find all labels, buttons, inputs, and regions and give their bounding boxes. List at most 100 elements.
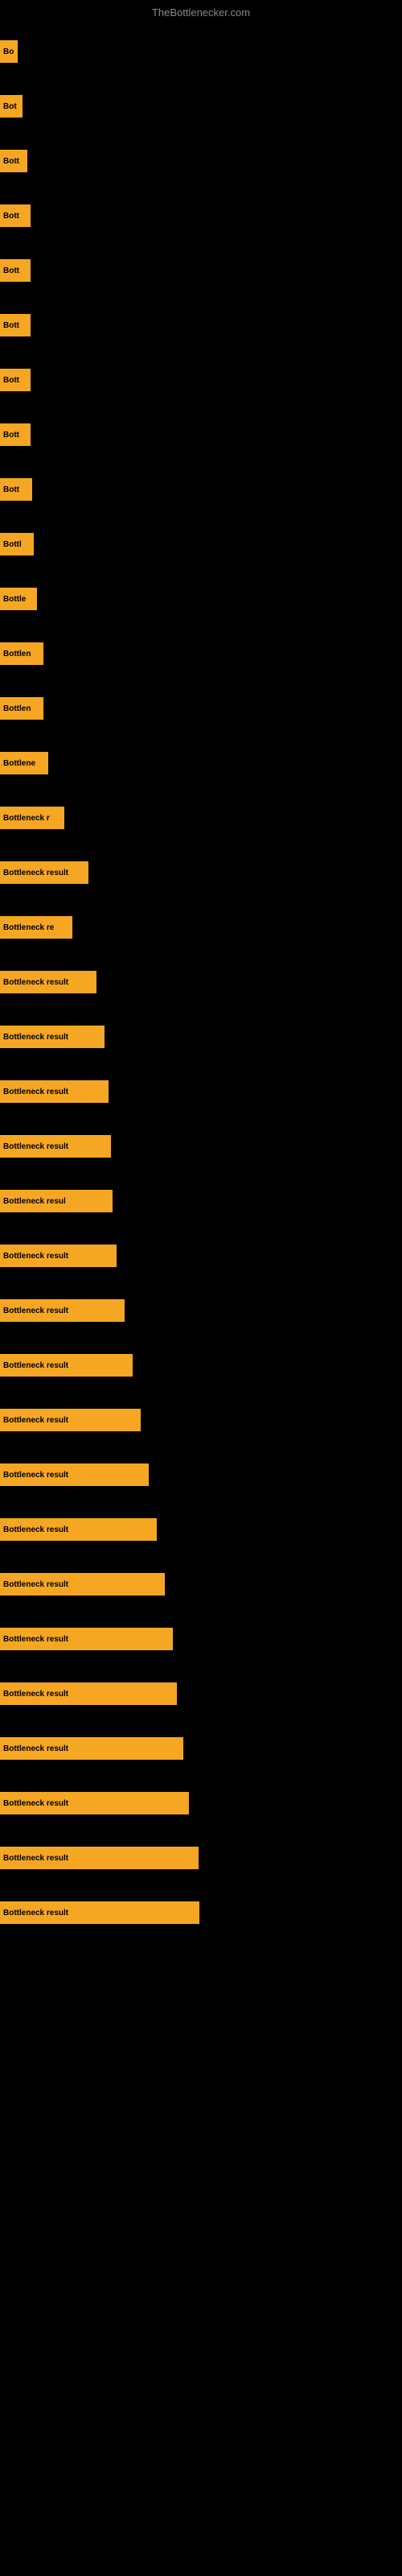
bar-row: Bott xyxy=(0,243,402,298)
list-item: Bottleneck result xyxy=(0,1573,165,1596)
bar-label: Bo xyxy=(0,40,18,63)
bar-label: Bottleneck result xyxy=(0,1080,109,1103)
bar-label: Bottlen xyxy=(0,697,43,720)
bar-row: Bottleneck r xyxy=(0,791,402,845)
bar-label: Bottleneck result xyxy=(0,1299,125,1322)
bar-row: Bottleneck resul xyxy=(0,1174,402,1228)
bar-label: Bottleneck result xyxy=(0,1518,157,1541)
list-item: Bottleneck result xyxy=(0,1409,141,1431)
list-item: Bottlene xyxy=(0,752,48,774)
bar-label: Bottleneck re xyxy=(0,916,72,939)
bar-row: Bottleneck result xyxy=(0,1447,402,1502)
list-item: Bottle xyxy=(0,588,37,610)
bar-row: Bottle xyxy=(0,572,402,626)
bar-row: Bottleneck result xyxy=(0,1666,402,1721)
bar-label: Bott xyxy=(0,478,32,501)
list-item: Bottleneck result xyxy=(0,861,88,884)
bar-row: Bo xyxy=(0,24,402,79)
bar-row: Bottleneck result xyxy=(0,1064,402,1119)
bar-label: Bottleneck result xyxy=(0,1463,149,1486)
bar-label: Bottleneck result xyxy=(0,1792,189,1814)
list-item: Bottleneck result xyxy=(0,1518,157,1541)
bar-label: Bottle xyxy=(0,588,37,610)
bar-label: Bottleneck result xyxy=(0,1354,133,1377)
list-item: Bottleneck result xyxy=(0,1628,173,1650)
list-item: Bottleneck result xyxy=(0,1792,189,1814)
list-item: Bottleneck result xyxy=(0,1080,109,1103)
bar-row: Bottleneck result xyxy=(0,1393,402,1447)
bar-label: Bott xyxy=(0,150,27,172)
bar-row: Bott xyxy=(0,407,402,462)
bar-label: Bottleneck resul xyxy=(0,1190,113,1212)
bar-row: Bottleneck result xyxy=(0,1721,402,1776)
bar-row: Bott xyxy=(0,353,402,407)
list-item: Bottlen xyxy=(0,697,43,720)
bar-row: Bottleneck result xyxy=(0,955,402,1009)
bar-label: Bottleneck result xyxy=(0,1573,165,1596)
bar-label: Bottleneck result xyxy=(0,1409,141,1431)
bar-label: Bottleneck result xyxy=(0,1901,199,1924)
list-item: Bott xyxy=(0,369,31,391)
bar-row: Bottleneck result xyxy=(0,1228,402,1283)
bar-label: Bottleneck result xyxy=(0,1737,183,1760)
bar-label: Bottleneck result xyxy=(0,971,96,993)
list-item: Bott xyxy=(0,423,31,446)
bar-row: Bottleneck result xyxy=(0,1612,402,1666)
bar-label: Bott xyxy=(0,369,31,391)
bar-label: Bottleneck result xyxy=(0,861,88,884)
list-item: Bottleneck r xyxy=(0,807,64,829)
list-item: Bottleneck result xyxy=(0,1026,105,1048)
bar-row: Bottleneck result xyxy=(0,1776,402,1831)
bar-label: Bot xyxy=(0,95,23,118)
bar-row: Bottleneck result xyxy=(0,1119,402,1174)
bar-label: Bottleneck result xyxy=(0,1026,105,1048)
list-item: Bottleneck result xyxy=(0,971,96,993)
bar-row: Bottleneck result xyxy=(0,1831,402,1885)
list-item: Bottleneck result xyxy=(0,1463,149,1486)
list-item: Bottleneck result xyxy=(0,1737,183,1760)
list-item: Bottleneck result xyxy=(0,1847,199,1869)
list-item: Bott xyxy=(0,259,31,282)
bar-label: Bottleneck result xyxy=(0,1847,195,1869)
bar-row: Bott xyxy=(0,298,402,353)
bar-row: Bott xyxy=(0,462,402,517)
bar-label: Bottleneck result xyxy=(0,1245,117,1267)
bar-label: Bottleneck result xyxy=(0,1628,173,1650)
bar-row: Bottl xyxy=(0,517,402,572)
list-item: Bottleneck result xyxy=(0,1299,125,1322)
bar-label: Bottl xyxy=(0,533,34,555)
bar-row: Bottleneck result xyxy=(0,1338,402,1393)
bar-row: Bottleneck result xyxy=(0,1502,402,1557)
bar-row: Bottlen xyxy=(0,626,402,681)
bar-row: Bottleneck re xyxy=(0,900,402,955)
list-item: Bottleneck resul xyxy=(0,1190,113,1212)
list-item: Bott xyxy=(0,204,31,227)
bar-label: Bottleneck result xyxy=(0,1682,177,1705)
bar-row: Bottleneck result xyxy=(0,1885,402,1940)
list-item: Bottleneck result xyxy=(0,1135,111,1158)
bars-container: Bo Bot Bott Bott Bott Bott Bott Bott Bott Bottl Bo… xyxy=(0,24,402,1940)
list-item: Bott xyxy=(0,478,32,501)
bar-row: Bott xyxy=(0,134,402,188)
bar-row: Bottleneck result xyxy=(0,1557,402,1612)
bar-label: Bott xyxy=(0,259,31,282)
list-item: Bottlen xyxy=(0,642,43,665)
list-item: Bottleneck result xyxy=(0,1682,177,1705)
bar-row: Bottleneck result xyxy=(0,1283,402,1338)
list-item: Bottleneck re xyxy=(0,916,72,939)
list-item: Bo xyxy=(0,40,18,63)
bar-label: Bott xyxy=(0,314,31,336)
list-item: Bottl xyxy=(0,533,34,555)
bar-label: Bott xyxy=(0,423,31,446)
site-title: TheBottlenecker.com xyxy=(0,0,402,22)
bar-label: Bottlen xyxy=(0,642,43,665)
bar-label: Bott xyxy=(0,204,31,227)
list-item: Bott xyxy=(0,314,31,336)
bar-row: Bot xyxy=(0,79,402,134)
bar-row: Bottlen xyxy=(0,681,402,736)
list-item: Bot xyxy=(0,95,23,118)
bar-row: Bottlene xyxy=(0,736,402,791)
bar-row: Bott xyxy=(0,188,402,243)
list-item: Bott xyxy=(0,150,27,172)
bar-row: Bottleneck result xyxy=(0,1009,402,1064)
